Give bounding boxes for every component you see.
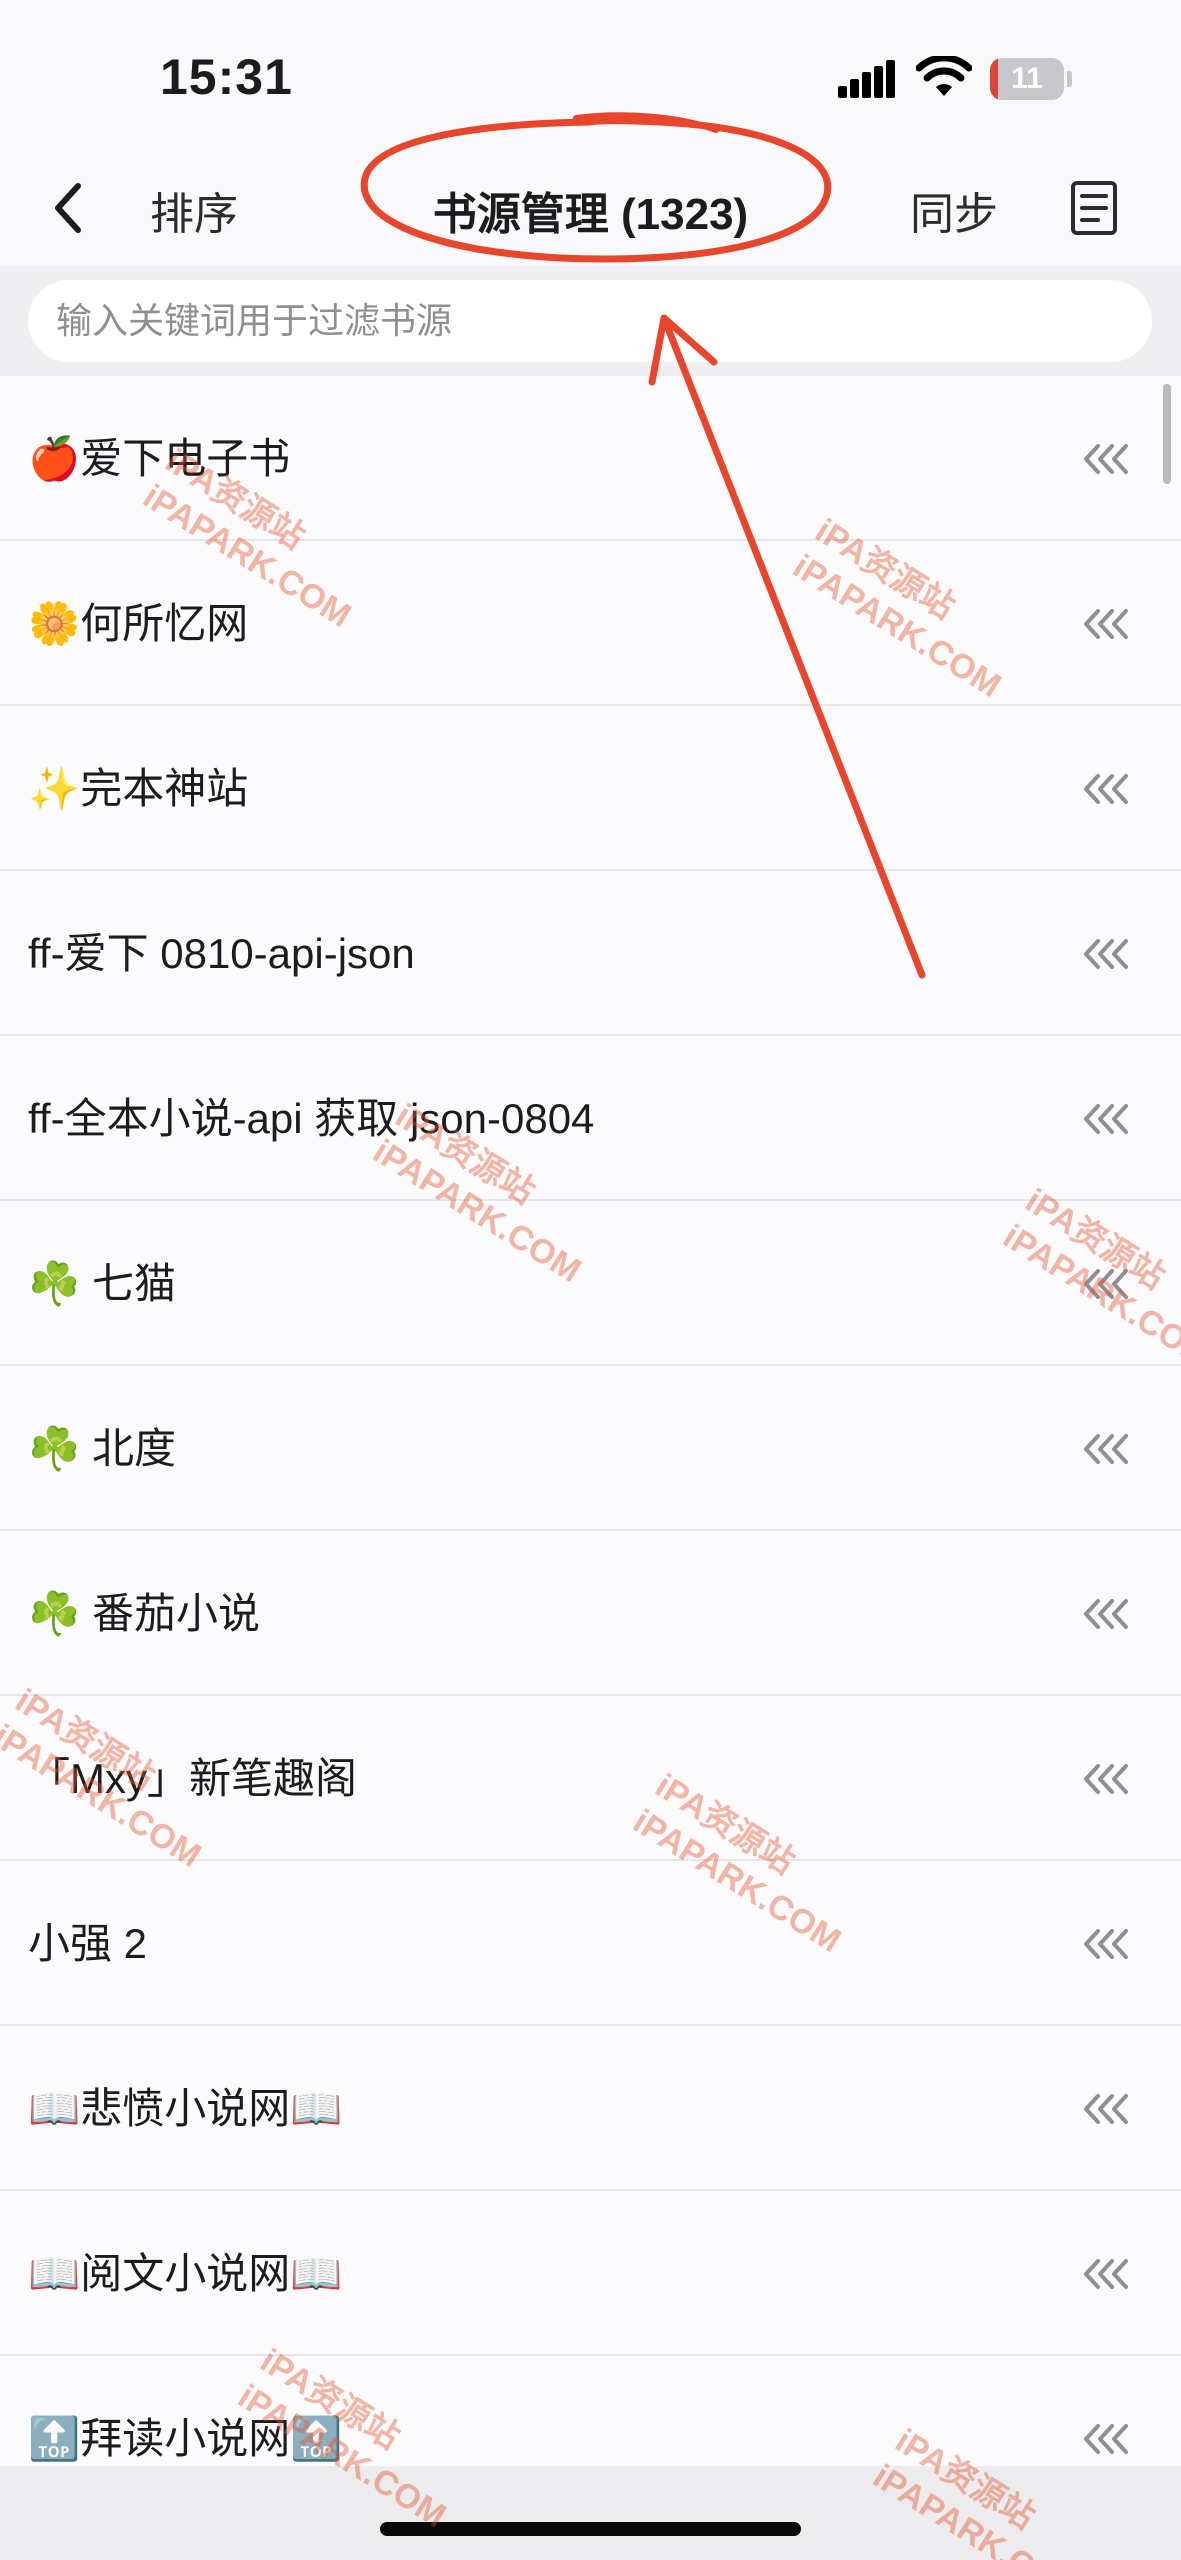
triple-chevron-left-icon[interactable] [1082, 1424, 1132, 1474]
source-list-item[interactable]: ☘️ 番茄小说 [0, 1531, 1181, 1696]
source-list-item[interactable]: ff-全本小说-api 获取 json-0804 [0, 1036, 1181, 1201]
source-name: 📖悲愤小说网📖 [28, 2085, 343, 2132]
navigation-bar: 排序 书源管理 (1323) 同步 [0, 150, 1181, 266]
source-list-item[interactable]: 📖阅文小说网📖 [0, 2191, 1181, 2356]
source-name: ff-全本小说-api 获取 json-0804 [28, 1095, 595, 1142]
triple-chevron-left-icon[interactable] [1082, 1754, 1132, 1804]
source-name: 「Mxy」新笔趣阁 [28, 1755, 357, 1802]
triple-chevron-left-icon[interactable] [1082, 2084, 1132, 2134]
battery-body: 11 [990, 58, 1064, 100]
book-source-manager-screen: 15:31 11 排序 书源管理 (1323) 同步 输入关键词用于过滤书源 🍎… [0, 0, 1181, 2560]
source-list-item[interactable]: 小强 2 [0, 1861, 1181, 2026]
triple-chevron-left-icon[interactable] [1082, 434, 1132, 484]
triple-chevron-left-icon[interactable] [1082, 1094, 1132, 1144]
source-name: 🔝拜读小说网🔝 [28, 2415, 343, 2462]
sync-button[interactable]: 同步 [910, 178, 998, 242]
source-name: 🍎爱下电子书 [28, 435, 291, 482]
source-list-item[interactable]: 🌼何所忆网 [0, 541, 1181, 706]
source-list-item[interactable]: 🔝拜读小说网🔝 [0, 2356, 1181, 2466]
source-list-item[interactable]: ☘️ 七猫 [0, 1201, 1181, 1366]
source-list-item[interactable]: ☘️ 北度 [0, 1366, 1181, 1531]
source-name: ☘️ 北度 [28, 1425, 176, 1472]
triple-chevron-left-icon[interactable] [1082, 1589, 1132, 1639]
source-name: ff-爱下 0810-api-json [28, 930, 415, 977]
triple-chevron-left-icon[interactable] [1082, 929, 1132, 979]
battery-cap [1067, 71, 1072, 87]
document-list-icon[interactable] [1070, 180, 1118, 236]
status-time: 15:31 [160, 49, 293, 105]
scroll-indicator[interactable] [1163, 384, 1171, 484]
search-input[interactable] [28, 280, 1152, 362]
source-list-item[interactable]: ✨完本神站 [0, 706, 1181, 871]
battery-level: 11 [1011, 62, 1043, 95]
triple-chevron-left-icon[interactable] [1082, 1919, 1132, 1969]
source-name: 小强 2 [28, 1920, 148, 1967]
status-bar: 15:31 11 [0, 0, 1181, 150]
wifi-icon [916, 56, 972, 96]
home-indicator[interactable] [380, 2522, 801, 2536]
battery-indicator: 11 [990, 58, 1072, 100]
book-source-list[interactable]: 🍎爱下电子书 🌼何所忆网 ✨完本神站 ff-爱下 0810-api-json ff-全本… [0, 376, 1181, 2466]
triple-chevron-left-icon[interactable] [1082, 2249, 1132, 2299]
source-name: ☘️ 番茄小说 [28, 1590, 260, 1637]
source-list-item[interactable]: 🍎爱下电子书 [0, 376, 1181, 541]
bottom-safe-area [0, 2466, 1181, 2560]
source-list-item[interactable]: ff-爱下 0810-api-json [0, 871, 1181, 1036]
page-title: 书源管理 (1323) [432, 190, 749, 239]
source-name: 🌼何所忆网 [28, 600, 249, 647]
triple-chevron-left-icon[interactable] [1082, 764, 1132, 814]
search-bar [0, 266, 1181, 376]
source-name: 📖阅文小说网📖 [28, 2250, 343, 2297]
triple-chevron-left-icon[interactable] [1082, 1259, 1132, 1309]
triple-chevron-left-icon[interactable] [1082, 2414, 1132, 2464]
cellular-signal-icon [838, 60, 895, 98]
source-list-item[interactable]: 「Mxy」新笔趣阁 [0, 1696, 1181, 1861]
source-name: ☘️ 七猫 [28, 1260, 176, 1307]
triple-chevron-left-icon[interactable] [1082, 599, 1132, 649]
source-name: ✨完本神站 [28, 765, 249, 812]
source-list-item[interactable]: 📖悲愤小说网📖 [0, 2026, 1181, 2191]
